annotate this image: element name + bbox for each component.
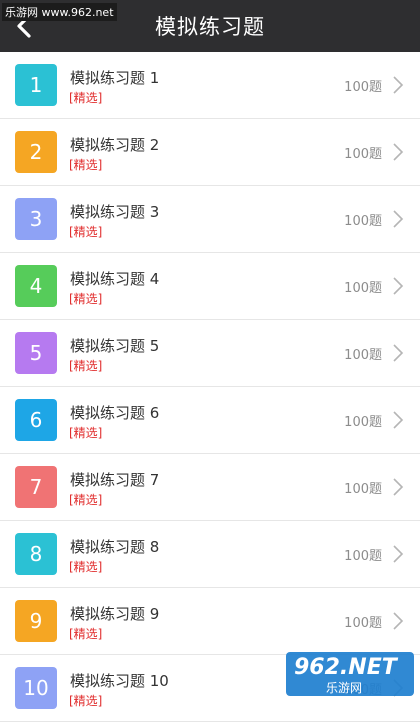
number-badge: 7 xyxy=(15,466,57,508)
question-count: 100题 xyxy=(344,549,382,564)
featured-tag: [精选] xyxy=(69,91,103,105)
featured-tag: [精选] xyxy=(69,292,103,306)
item-title: 模拟练习题 10 xyxy=(70,672,169,690)
featured-tag: [精选] xyxy=(69,493,103,507)
featured-tag: [精选] xyxy=(69,158,103,172)
question-count: 100题 xyxy=(344,281,382,296)
number-badge: 3 xyxy=(15,198,57,240)
item-title: 模拟练习题 7 xyxy=(70,471,160,489)
chevron-right-icon xyxy=(393,411,404,429)
item-title: 模拟练习题 3 xyxy=(70,203,160,221)
question-count: 100题 xyxy=(344,415,382,430)
item-title: 模拟练习题 6 xyxy=(70,404,160,422)
chevron-right-icon xyxy=(393,545,404,563)
chevron-right-icon xyxy=(393,210,404,228)
number-badge: 9 xyxy=(15,600,57,642)
app-header: 模拟练习题 乐游网 www.962.net xyxy=(0,0,420,52)
exercise-list: 1 模拟练习题 1 [精选] 100题 2 模拟练习题 2 [精选] 100题 3 模拟练习题 3… xyxy=(0,52,420,722)
watermark-top: 乐游网 www.962.net xyxy=(2,3,117,21)
featured-tag: [精选] xyxy=(69,359,103,373)
list-item[interactable]: 1 模拟练习题 1 [精选] 100题 xyxy=(0,52,420,119)
number-badge: 1 xyxy=(15,64,57,106)
watermark-logo: 962.NET 乐游网 xyxy=(286,652,414,696)
number-badge: 8 xyxy=(15,533,57,575)
featured-tag: [精选] xyxy=(69,225,103,239)
chevron-right-icon xyxy=(393,277,404,295)
list-item[interactable]: 2 模拟练习题 2 [精选] 100题 xyxy=(0,119,420,186)
question-count: 100题 xyxy=(344,80,382,95)
question-count: 100题 xyxy=(344,616,382,631)
list-item[interactable]: 3 模拟练习题 3 [精选] 100题 xyxy=(0,186,420,253)
featured-tag: [精选] xyxy=(69,694,103,708)
list-item[interactable]: 4 模拟练习题 4 [精选] 100题 xyxy=(0,253,420,320)
list-item[interactable]: 7 模拟练习题 7 [精选] 100题 xyxy=(0,454,420,521)
chevron-right-icon xyxy=(393,76,404,94)
chevron-right-icon xyxy=(393,478,404,496)
chevron-right-icon xyxy=(393,612,404,630)
item-title: 模拟练习题 2 xyxy=(70,136,160,154)
featured-tag: [精选] xyxy=(69,560,103,574)
item-title: 模拟练习题 8 xyxy=(70,538,160,556)
number-badge: 5 xyxy=(15,332,57,374)
list-item[interactable]: 6 模拟练习题 6 [精选] 100题 xyxy=(0,387,420,454)
number-badge: 10 xyxy=(15,667,57,709)
question-count: 100题 xyxy=(344,348,382,363)
watermark-brand: 962.NET xyxy=(294,655,397,680)
item-title: 模拟练习题 5 xyxy=(70,337,160,355)
number-badge: 2 xyxy=(15,131,57,173)
list-item[interactable]: 9 模拟练习题 9 [精选] 100题 xyxy=(0,588,420,655)
featured-tag: [精选] xyxy=(69,627,103,641)
list-item[interactable]: 5 模拟练习题 5 [精选] 100题 xyxy=(0,320,420,387)
chevron-right-icon xyxy=(393,344,404,362)
chevron-right-icon xyxy=(393,143,404,161)
list-item[interactable]: 8 模拟练习题 8 [精选] 100题 xyxy=(0,521,420,588)
number-badge: 4 xyxy=(15,265,57,307)
item-title: 模拟练习题 1 xyxy=(70,69,160,87)
item-title: 模拟练习题 9 xyxy=(70,605,160,623)
item-title: 模拟练习题 4 xyxy=(70,270,160,288)
question-count: 100题 xyxy=(344,214,382,229)
number-badge: 6 xyxy=(15,399,57,441)
featured-tag: [精选] xyxy=(69,426,103,440)
question-count: 100题 xyxy=(344,482,382,497)
watermark-sub: 乐游网 xyxy=(326,681,363,695)
question-count: 100题 xyxy=(344,147,382,162)
